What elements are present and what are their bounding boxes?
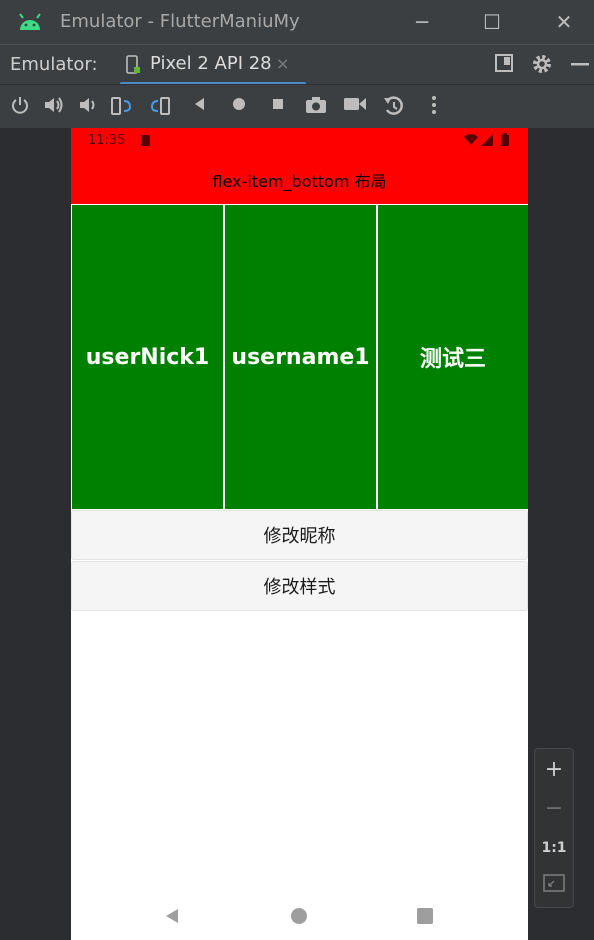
- emulator-label: Emulator:: [10, 54, 98, 75]
- flex-item-label: username1: [231, 344, 370, 370]
- flex-row-container: userNick1 username1 测试三: [71, 204, 528, 510]
- fit-screen-icon[interactable]: [535, 868, 573, 906]
- flex-item-label: userNick1: [85, 344, 210, 370]
- power-icon[interactable]: [8, 95, 32, 119]
- back-icon[interactable]: [188, 95, 212, 119]
- rotate-left-icon[interactable]: [110, 95, 134, 119]
- sd-card-icon: [141, 135, 150, 146]
- more-options-icon[interactable]: [422, 95, 446, 119]
- flex-item-1[interactable]: userNick1: [72, 205, 223, 509]
- snapshot-history-icon[interactable]: [382, 95, 406, 119]
- zoom-in-button[interactable]: +: [535, 751, 573, 789]
- home-icon[interactable]: [227, 95, 251, 119]
- zoom-actual-size-button[interactable]: 1:1: [535, 829, 573, 867]
- close-window-button[interactable]: ✕: [550, 8, 578, 36]
- rotate-right-icon[interactable]: [148, 95, 172, 119]
- zoom-out-button[interactable]: −: [535, 790, 573, 828]
- video-record-icon[interactable]: [343, 95, 367, 119]
- tab-label: Pixel 2 API 28: [150, 53, 272, 74]
- window-title-bar: Emulator - FlutterManiuMy ─ ☐ ✕: [0, 0, 594, 44]
- camera-icon[interactable]: [304, 95, 328, 119]
- window-title: Emulator - FlutterManiuMy: [60, 11, 300, 32]
- nav-home-icon[interactable]: [289, 906, 309, 926]
- volume-up-icon[interactable]: [42, 95, 66, 119]
- window-layout-icon[interactable]: [492, 53, 516, 77]
- flex-item-3[interactable]: 测试三: [378, 205, 528, 509]
- nav-recents-icon[interactable]: [415, 906, 435, 926]
- phone-device-icon: [126, 55, 140, 74]
- nav-back-icon[interactable]: [162, 906, 182, 926]
- volume-down-icon[interactable]: [76, 95, 100, 119]
- android-nav-bar: [71, 892, 528, 940]
- battery-icon: [501, 133, 509, 146]
- app-bar-title: flex-item_bottom 布局: [212, 172, 387, 191]
- gear-icon[interactable]: [530, 53, 554, 77]
- android-icon: [19, 13, 41, 30]
- wifi-icon: [464, 134, 478, 145]
- zoom-panel: + − 1:1: [534, 748, 574, 908]
- overview-icon[interactable]: [266, 95, 290, 119]
- edit-style-button[interactable]: 修改样式: [71, 561, 528, 611]
- signal-icon: [481, 134, 493, 146]
- minimize-button[interactable]: ─: [408, 8, 436, 36]
- device-screen[interactable]: 11:35 flex-item_bottom 布局 userNick1 user…: [71, 128, 528, 940]
- emulator-toolbar: [0, 84, 594, 128]
- emulator-tab-bar: Emulator: Pixel 2 API 28 ×: [0, 44, 594, 85]
- edit-nickname-button[interactable]: 修改昵称: [71, 510, 528, 560]
- flex-item-2[interactable]: username1: [225, 205, 376, 509]
- hide-panel-icon[interactable]: [568, 53, 592, 77]
- tab-close-icon[interactable]: ×: [276, 54, 289, 73]
- flex-item-label: 测试三: [419, 347, 486, 372]
- tab-pixel-2-api-28[interactable]: Pixel 2 API 28 ×: [120, 45, 306, 85]
- status-time: 11:35: [88, 133, 126, 148]
- maximize-button[interactable]: ☐: [478, 8, 506, 36]
- app-bar: flex-item_bottom 布局: [71, 152, 528, 204]
- android-status-bar: 11:35: [71, 128, 528, 152]
